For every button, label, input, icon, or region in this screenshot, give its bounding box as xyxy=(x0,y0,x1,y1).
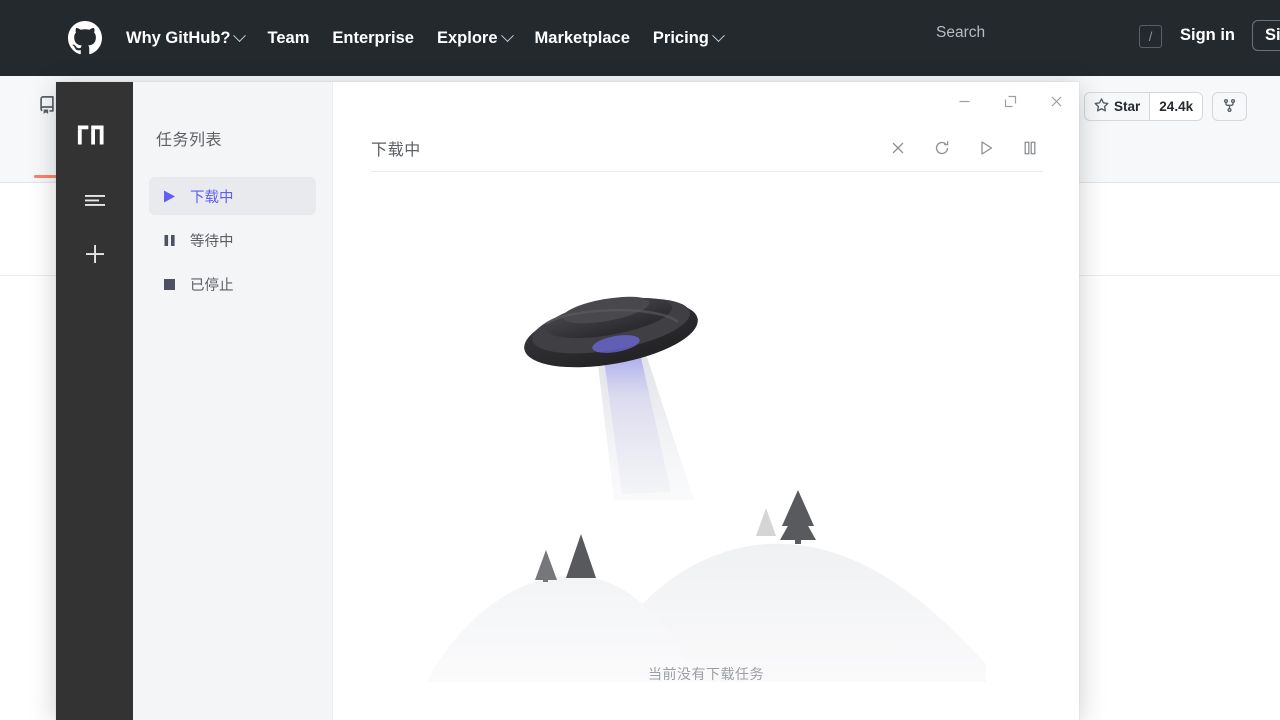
nav-item-explore[interactable]: Explore xyxy=(437,29,512,48)
nav-label: Enterprise xyxy=(332,29,414,48)
close-x-icon[interactable] xyxy=(887,137,909,159)
repository-icon xyxy=(38,96,56,114)
maximize-icon[interactable] xyxy=(987,82,1033,120)
fork-segment[interactable] xyxy=(1213,93,1246,120)
nav-label: Pricing xyxy=(653,29,709,48)
app-rail xyxy=(56,82,133,720)
fork-button[interactable] xyxy=(1212,92,1247,121)
nav-label: Explore xyxy=(437,29,498,48)
nav-item-marketplace[interactable]: Marketplace xyxy=(535,29,630,48)
star-icon xyxy=(1094,98,1109,116)
toolbar-title: 下载中 xyxy=(371,136,421,160)
nav-label: Marketplace xyxy=(535,29,630,48)
nav-label: Why GitHub? xyxy=(126,29,230,48)
task-item-downloading[interactable]: 下载中 xyxy=(149,177,316,215)
nav-item-why-github[interactable]: Why GitHub? xyxy=(126,29,244,48)
task-item-label: 已停止 xyxy=(190,274,234,295)
search-shortcut-badge: / xyxy=(1139,25,1162,48)
pause-icon[interactable] xyxy=(1019,137,1041,159)
pause-bars-icon xyxy=(161,232,177,248)
download-toolbar: 下载中 xyxy=(371,124,1043,172)
fork-icon xyxy=(1222,98,1237,116)
task-item-label: 下载中 xyxy=(190,186,234,207)
download-manager-window: 任务列表 下载中 等待中 已停止 xyxy=(56,82,1079,720)
task-list-icon[interactable] xyxy=(76,181,114,219)
github-nav: Why GitHub? Team Enterprise Explore Mark… xyxy=(126,29,746,48)
nav-item-enterprise[interactable]: Enterprise xyxy=(332,29,414,48)
empty-state-text: 当前没有下载任务 xyxy=(648,664,764,684)
search-placeholder: Search xyxy=(936,24,985,42)
github-header: Why GitHub? Team Enterprise Explore Mark… xyxy=(0,0,1280,76)
window-controls xyxy=(941,82,1079,120)
github-mark-icon[interactable] xyxy=(68,21,102,55)
motrix-logo-icon xyxy=(76,122,114,148)
nav-label: Team xyxy=(267,29,309,48)
chevron-down-icon xyxy=(712,29,725,42)
plus-add-task-icon[interactable] xyxy=(76,235,114,273)
sign-up-button[interactable]: Sign up xyxy=(1252,20,1280,51)
toolbar-actions xyxy=(887,137,1043,159)
ufo-abducting-illustration xyxy=(426,282,986,682)
task-item-stopped[interactable]: 已停止 xyxy=(149,265,316,303)
stop-square-icon xyxy=(161,276,177,292)
nav-item-team[interactable]: Team xyxy=(267,29,309,48)
play-triangle-icon xyxy=(161,188,177,204)
star-segment[interactable]: Star xyxy=(1085,93,1149,120)
star-label: Star xyxy=(1114,99,1140,114)
chevron-down-icon xyxy=(234,29,247,42)
chevron-down-icon xyxy=(501,29,514,42)
task-list-title: 任务列表 xyxy=(149,126,316,150)
sign-in-link[interactable]: Sign in xyxy=(1180,26,1235,45)
close-icon[interactable] xyxy=(1033,82,1079,120)
task-item-label: 等待中 xyxy=(190,230,234,251)
download-main-panel: 下载中 xyxy=(333,82,1079,720)
task-item-waiting[interactable]: 等待中 xyxy=(149,221,316,259)
task-list-panel: 任务列表 下载中 等待中 已停止 xyxy=(133,82,333,720)
star-count: 24.4k xyxy=(1149,93,1202,120)
refresh-icon[interactable] xyxy=(931,137,953,159)
star-button[interactable]: Star 24.4k xyxy=(1084,92,1203,121)
nav-item-pricing[interactable]: Pricing xyxy=(653,29,723,48)
empty-state: 当前没有下载任务 xyxy=(333,192,1079,720)
play-icon[interactable] xyxy=(975,137,997,159)
screen: Why GitHub? Team Enterprise Explore Mark… xyxy=(0,0,1280,720)
minimize-icon[interactable] xyxy=(941,82,987,120)
